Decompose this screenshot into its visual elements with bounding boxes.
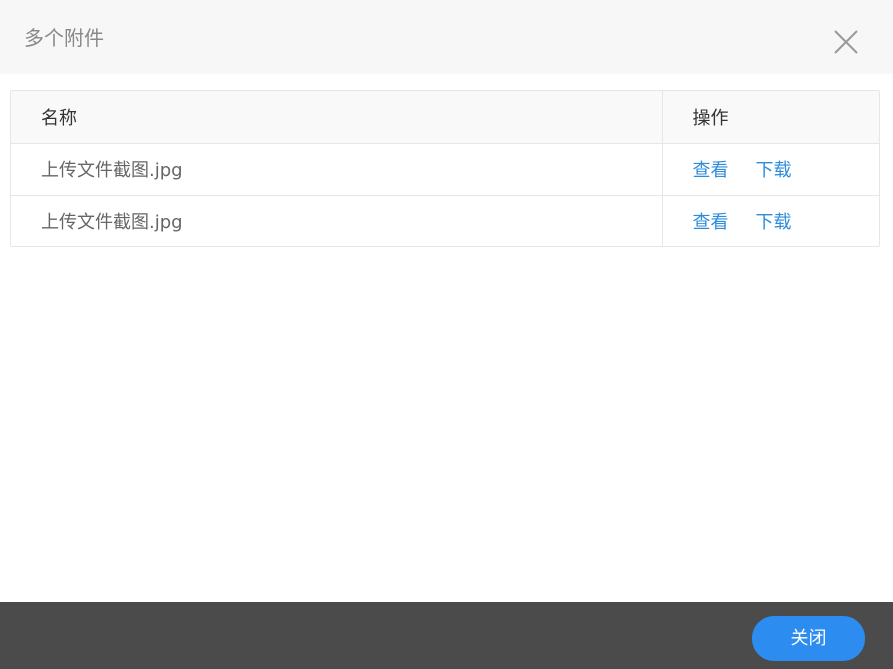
view-link[interactable]: 查看 <box>693 160 729 181</box>
download-link[interactable]: 下载 <box>756 160 792 181</box>
close-button[interactable]: 关闭 <box>752 616 865 661</box>
attachments-table: 名称 操作 上传文件截图.jpg 查看 下载 上传文件截图.jpg 查看 下载 <box>10 90 880 247</box>
dialog-footer: 关闭 <box>0 602 893 669</box>
file-name-cell: 上传文件截图.jpg <box>11 195 662 246</box>
view-link[interactable]: 查看 <box>693 212 729 233</box>
table-row: 上传文件截图.jpg 查看 下载 <box>11 143 879 196</box>
actions-cell: 查看 下载 <box>661 195 879 246</box>
actions-cell: 查看 下载 <box>661 143 879 196</box>
download-link[interactable]: 下载 <box>756 212 792 233</box>
column-header-actions: 操作 <box>661 91 879 144</box>
file-name-cell: 上传文件截图.jpg <box>11 143 662 196</box>
dialog-header: 多个附件 <box>0 0 893 74</box>
attachments-dialog: 多个附件 名称 操作 上传文件截图.jpg 查看 下载 上传文件截图.jpg 查… <box>0 0 893 669</box>
table-header-row: 名称 操作 <box>11 91 879 144</box>
column-header-name: 名称 <box>11 91 662 144</box>
dialog-title: 多个附件 <box>24 26 104 50</box>
table-row: 上传文件截图.jpg 查看 下载 <box>11 195 879 246</box>
close-icon[interactable] <box>828 24 864 60</box>
